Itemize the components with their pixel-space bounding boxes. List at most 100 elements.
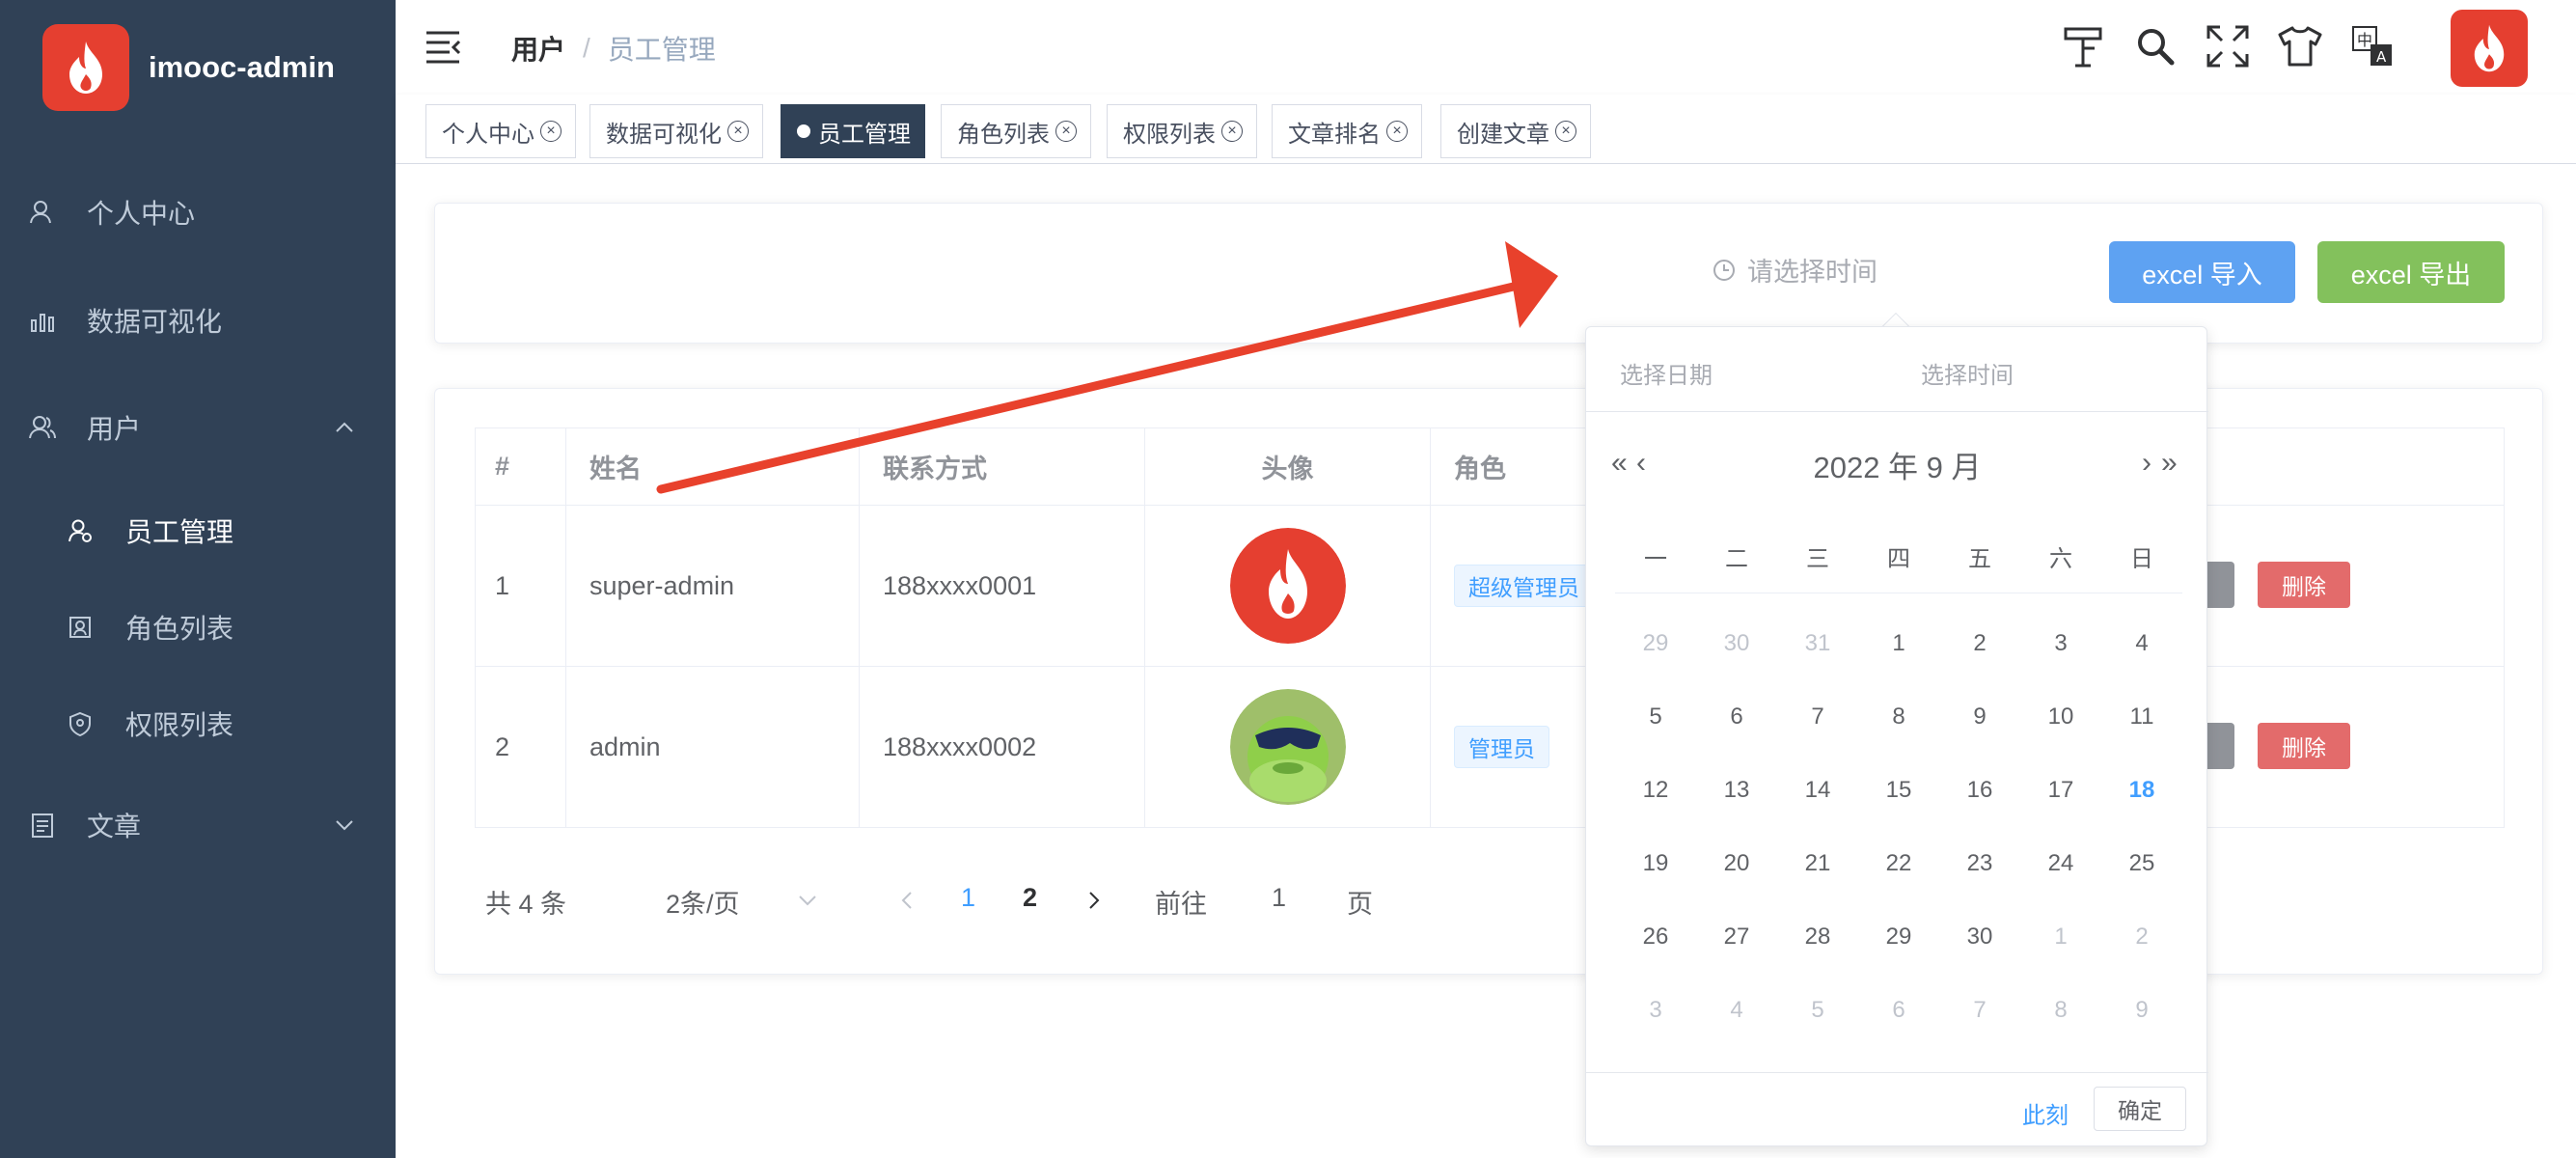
tag-permission-list[interactable]: 权限列表 × xyxy=(1107,104,1257,158)
close-icon[interactable]: × xyxy=(727,121,749,142)
day-cell[interactable]: 6 xyxy=(1696,680,1777,754)
picker-title[interactable]: 2022 年 9 月 xyxy=(1586,443,2208,486)
day-cell[interactable]: 23 xyxy=(1939,827,2020,900)
day-cell[interactable]: 26 xyxy=(1615,900,1696,974)
delete-button[interactable]: 删除 xyxy=(2258,562,2350,608)
goto-page-input[interactable]: 1 xyxy=(1272,883,1286,913)
pagination-total: 共 4 条 xyxy=(485,890,567,919)
day-cell[interactable]: 9 xyxy=(1939,680,2020,754)
day-cell[interactable]: 4 xyxy=(1696,974,1777,1047)
sidebar-item-employee-management[interactable]: 员工管理 xyxy=(0,482,396,579)
day-cell[interactable]: 3 xyxy=(1615,974,1696,1047)
day-cell[interactable]: 19 xyxy=(1615,827,1696,900)
next-month-icon[interactable]: › xyxy=(2142,447,2151,480)
svg-text:中: 中 xyxy=(2357,31,2372,49)
hamburger-icon[interactable] xyxy=(425,29,463,66)
day-cell[interactable]: 6 xyxy=(1858,974,1939,1047)
sidebar-item-users[interactable]: 用户 xyxy=(0,379,396,476)
day-cell[interactable]: 14 xyxy=(1777,754,1858,827)
now-button[interactable]: 此刻 xyxy=(2022,1096,2069,1130)
day-cell[interactable]: 5 xyxy=(1777,974,1858,1047)
tag-create-article[interactable]: 创建文章 × xyxy=(1440,104,1591,158)
theme-icon[interactable] xyxy=(2277,23,2323,69)
tag-label: 文章排名 xyxy=(1288,121,1381,148)
day-cell[interactable]: 29 xyxy=(1858,900,1939,974)
close-icon[interactable]: × xyxy=(1221,121,1243,142)
day-cell[interactable]: 30 xyxy=(1696,607,1777,680)
tag-profile[interactable]: 个人中心 × xyxy=(425,104,576,158)
day-cell[interactable]: 28 xyxy=(1777,900,1858,974)
day-cell[interactable]: 27 xyxy=(1696,900,1777,974)
sidebar-item-articles[interactable]: 文章 xyxy=(0,777,396,873)
picker-date-input[interactable]: 选择日期 xyxy=(1620,356,1713,390)
day-cell[interactable]: 1 xyxy=(2020,900,2101,974)
day-cell[interactable]: 8 xyxy=(2020,974,2101,1047)
next-page-icon[interactable] xyxy=(1082,890,1104,911)
tag-employee-management[interactable]: 员工管理 xyxy=(781,104,925,158)
day-cell[interactable]: 9 xyxy=(2101,974,2182,1047)
sidebar-item-permission-list[interactable]: 权限列表 xyxy=(0,676,396,772)
close-icon[interactable]: × xyxy=(540,121,562,142)
day-cell[interactable]: 10 xyxy=(2020,680,2101,754)
day-cell[interactable]: 15 xyxy=(1858,754,1939,827)
close-icon[interactable]: × xyxy=(1386,121,1408,142)
avatar-frog-image xyxy=(1229,689,1346,805)
day-cell[interactable]: 13 xyxy=(1696,754,1777,827)
day-cell[interactable]: 1 xyxy=(1858,607,1939,680)
page-number-current[interactable]: 1 xyxy=(961,883,975,913)
chevron-down-icon[interactable] xyxy=(797,890,818,911)
day-cell[interactable]: 11 xyxy=(2101,680,2182,754)
guide-icon[interactable] xyxy=(2060,23,2106,69)
day-cell[interactable]: 18 xyxy=(2101,754,2182,827)
avatar[interactable] xyxy=(2451,10,2528,87)
picker-time-input[interactable]: 选择时间 xyxy=(1921,356,2014,390)
day-cell[interactable]: 2 xyxy=(2101,900,2182,974)
excel-export-button[interactable]: excel 导出 xyxy=(2317,241,2505,303)
active-dot-icon xyxy=(797,124,810,138)
page-number[interactable]: 2 xyxy=(1023,883,1037,913)
brand[interactable]: imooc-admin xyxy=(42,23,335,112)
day-cell[interactable]: 8 xyxy=(1858,680,1939,754)
day-cell[interactable]: 16 xyxy=(1939,754,2020,827)
next-year-icon[interactable]: » xyxy=(2161,447,2178,480)
excel-import-button[interactable]: excel 导入 xyxy=(2109,241,2295,303)
day-cell[interactable]: 29 xyxy=(1615,607,1696,680)
tag-role-list[interactable]: 角色列表 × xyxy=(941,104,1091,158)
day-cell[interactable]: 5 xyxy=(1615,680,1696,754)
fullscreen-icon[interactable] xyxy=(2205,23,2251,69)
sidebar-item-data-visualization[interactable]: 数据可视化 xyxy=(0,272,396,369)
day-cell[interactable]: 12 xyxy=(1615,754,1696,827)
language-icon[interactable]: 中A xyxy=(2349,23,2396,69)
weekday-label: 六 xyxy=(2049,546,2072,572)
confirm-button[interactable]: 确定 xyxy=(2094,1087,2186,1131)
day-cell[interactable]: 4 xyxy=(2101,607,2182,680)
clock-icon xyxy=(1713,259,1735,281)
day-cell[interactable]: 31 xyxy=(1777,607,1858,680)
brand-name: imooc-admin xyxy=(149,50,335,84)
day-cell[interactable]: 30 xyxy=(1939,900,2020,974)
day-cell[interactable]: 25 xyxy=(2101,827,2182,900)
page-size-select[interactable]: 2条/页 xyxy=(666,883,740,921)
prev-page-icon[interactable] xyxy=(897,890,918,911)
day-cell[interactable]: 2 xyxy=(1939,607,2020,680)
day-cell[interactable]: 3 xyxy=(2020,607,2101,680)
sidebar-item-role-list[interactable]: 角色列表 xyxy=(0,579,396,676)
date-picker-trigger[interactable]: 请选择时间 xyxy=(1713,251,1877,289)
day-cell[interactable]: 24 xyxy=(2020,827,2101,900)
tag-article-ranking[interactable]: 文章排名 × xyxy=(1272,104,1422,158)
search-icon[interactable] xyxy=(2132,23,2179,69)
day-cell[interactable]: 17 xyxy=(2020,754,2101,827)
close-icon[interactable]: × xyxy=(1055,121,1077,142)
day-cell[interactable]: 7 xyxy=(1777,680,1858,754)
close-icon[interactable]: × xyxy=(1555,121,1576,142)
date-placeholder: 请选择时间 xyxy=(1747,258,1877,287)
day-cell[interactable]: 22 xyxy=(1858,827,1939,900)
breadcrumb-item[interactable]: 用户 xyxy=(511,29,565,68)
tag-data-visualization[interactable]: 数据可视化 × xyxy=(589,104,763,158)
day-cell[interactable]: 20 xyxy=(1696,827,1777,900)
day-cell[interactable]: 21 xyxy=(1777,827,1858,900)
delete-button[interactable]: 删除 xyxy=(2258,723,2350,769)
goto-suffix: 页 xyxy=(1347,890,1373,919)
day-cell[interactable]: 7 xyxy=(1939,974,2020,1047)
sidebar-item-profile[interactable]: 个人中心 xyxy=(0,164,396,261)
